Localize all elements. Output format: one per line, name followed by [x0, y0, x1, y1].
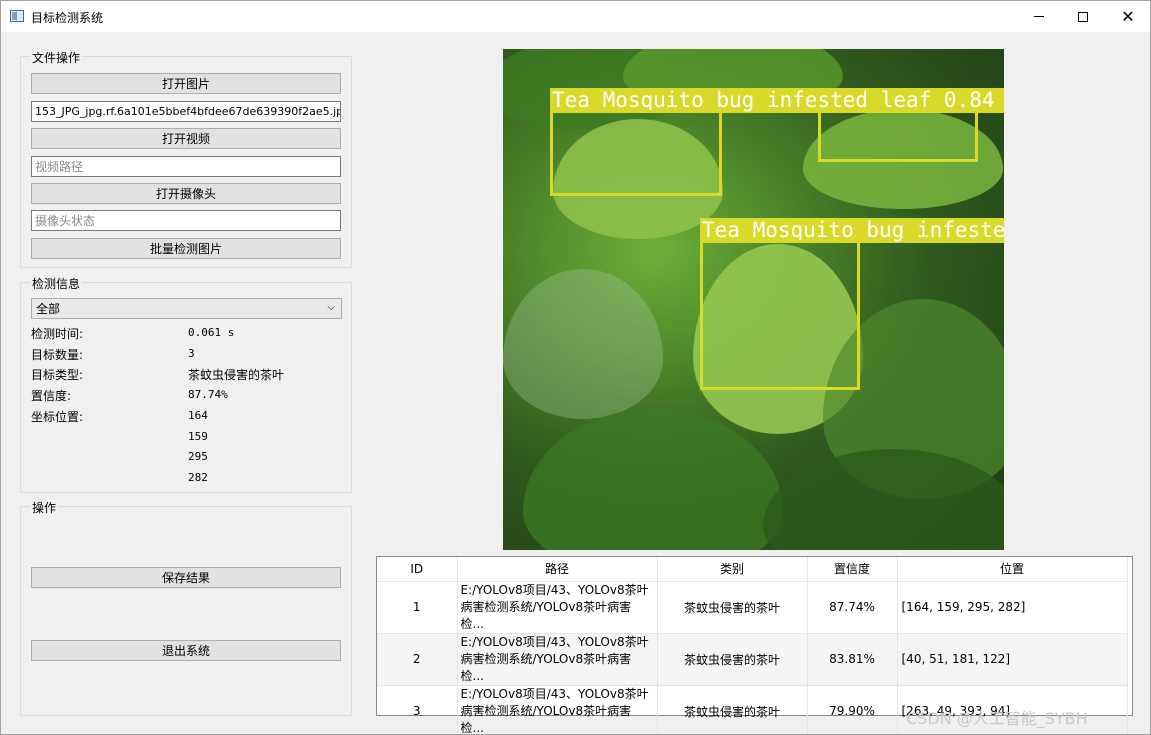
leaf-shape: [763, 449, 1004, 550]
cell-confidence: 83.81%: [807, 632, 898, 685]
ymin-value: 159: [188, 430, 208, 443]
col-header-path[interactable]: 路径: [457, 557, 658, 581]
confidence-value: 87.74%: [188, 388, 228, 401]
video-path-field[interactable]: 视频路径: [31, 156, 341, 177]
image-path-field[interactable]: 153_JPG_jpg.rf.6a101e5bbef4bfdee67de6393…: [31, 101, 341, 122]
minimize-icon: [1034, 16, 1044, 17]
cell-path-line2: 病害检测系统/YOLOv8茶叶病害检...: [460, 703, 632, 735]
ymax-value: 282: [188, 471, 208, 484]
open-camera-button[interactable]: 打开摄像头: [31, 183, 341, 204]
maximize-button[interactable]: [1060, 1, 1106, 32]
exit-system-button[interactable]: 退出系统: [31, 640, 341, 661]
cell-confidence: 87.74%: [807, 580, 898, 633]
col-header-confidence[interactable]: 置信度: [807, 557, 898, 581]
detection-box-1: [550, 110, 722, 196]
cell-id: 3: [377, 684, 458, 734]
file-ops-title: 文件操作: [30, 49, 83, 66]
cell-position: [164, 159, 295, 282]: [897, 580, 1128, 633]
cell-path: E:/YOLOv8项目/43、YOLOv8茶叶病害检测系统/YOLOv8茶叶病害…: [457, 684, 658, 735]
detect-info-title: 检测信息: [30, 275, 83, 292]
detection-box-3: [700, 240, 860, 390]
close-button[interactable]: ✕: [1105, 1, 1150, 32]
cell-id: 2: [377, 632, 458, 685]
title-bar: 目标检测系统 ✕: [1, 1, 1150, 32]
save-results-button[interactable]: 保存结果: [31, 567, 341, 588]
cell-path-line2: 病害检测系统/YOLOv8茶叶病害检...: [460, 651, 632, 683]
leaf-shape: [503, 269, 663, 419]
col-header-position[interactable]: 位置: [897, 557, 1128, 581]
close-icon: ✕: [1121, 6, 1135, 26]
confidence-label: 置信度:: [31, 389, 72, 403]
xmax-value: 295: [188, 450, 208, 463]
detection-image: Tea Mosquito bug infested leaf 0.84 Tea …: [503, 49, 1004, 550]
open-image-button[interactable]: 打开图片: [31, 73, 341, 94]
col-header-class[interactable]: 类别: [657, 557, 808, 581]
cell-confidence: 79.90%: [807, 684, 898, 734]
cell-class: 茶蚊虫侵害的茶叶: [657, 632, 808, 685]
cell-class: 茶蚊虫侵害的茶叶: [657, 684, 808, 734]
detection-box-2: [818, 110, 978, 162]
ops-group: 操作: [20, 499, 352, 716]
cell-position: [40, 51, 181, 122]: [897, 632, 1128, 685]
app-window: 目标检测系统 ✕ 文件操作 打开图片 153_JPG_jpg.rf.6a101e…: [0, 0, 1151, 735]
time-label: 检测时间:: [31, 327, 84, 341]
cell-path-line1: E:/YOLOv8项目/43、YOLOv8茶叶: [460, 582, 649, 597]
cell-id: 1: [377, 580, 458, 633]
count-value: 3: [188, 347, 195, 360]
target-filter-select[interactable]: 全部 ⌵: [31, 298, 342, 319]
watermark: CSDN @人工智能_SYBH: [906, 709, 1088, 728]
position-label: 坐标位置:: [31, 410, 84, 424]
cell-path-line1: E:/YOLOv8项目/43、YOLOv8茶叶: [460, 686, 649, 701]
type-value: 茶蚊虫侵害的茶叶: [188, 368, 285, 382]
window-title: 目标检测系统: [31, 11, 104, 25]
results-table[interactable]: ID 路径 类别 置信度 位置 1 E:/YOLOv8项目/43、YOLOv8茶…: [376, 556, 1133, 734]
camera-status-field[interactable]: 摄像头状态: [31, 210, 341, 231]
type-label: 目标类型:: [31, 368, 84, 382]
cell-path: E:/YOLOv8项目/43、YOLOv8茶叶病害检测系统/YOLOv8茶叶病害…: [457, 632, 658, 685]
leaf-shape: [523, 409, 783, 550]
maximize-icon: [1078, 11, 1088, 22]
time-value: 0.061 s: [188, 326, 235, 339]
col-header-id[interactable]: ID: [377, 557, 458, 581]
count-label: 目标数量:: [31, 348, 84, 362]
batch-detect-button[interactable]: 批量检测图片: [31, 238, 341, 259]
cell-path-line1: E:/YOLOv8项目/43、YOLOv8茶叶: [460, 634, 649, 649]
table-row[interactable]: 2 E:/YOLOv8项目/43、YOLOv8茶叶病害检测系统/YOLOv8茶叶…: [377, 632, 1128, 685]
target-filter-value: 全部: [36, 302, 61, 316]
chevron-down-icon: ⌵: [327, 302, 335, 313]
open-video-button[interactable]: 打开视频: [31, 128, 341, 149]
xmin-value: 164: [188, 409, 208, 422]
table-row[interactable]: 1 E:/YOLOv8项目/43、YOLOv8茶叶病害检测系统/YOLOv8茶叶…: [377, 580, 1128, 633]
cell-class: 茶蚊虫侵害的茶叶: [657, 580, 808, 633]
cell-path-line2: 病害检测系统/YOLOv8茶叶病害检...: [460, 599, 632, 631]
cell-path: E:/YOLOv8项目/43、YOLOv8茶叶病害检测系统/YOLOv8茶叶病害…: [457, 580, 658, 633]
ops-title: 操作: [30, 499, 59, 516]
minimize-button[interactable]: [1016, 1, 1062, 32]
app-icon: [10, 10, 24, 22]
